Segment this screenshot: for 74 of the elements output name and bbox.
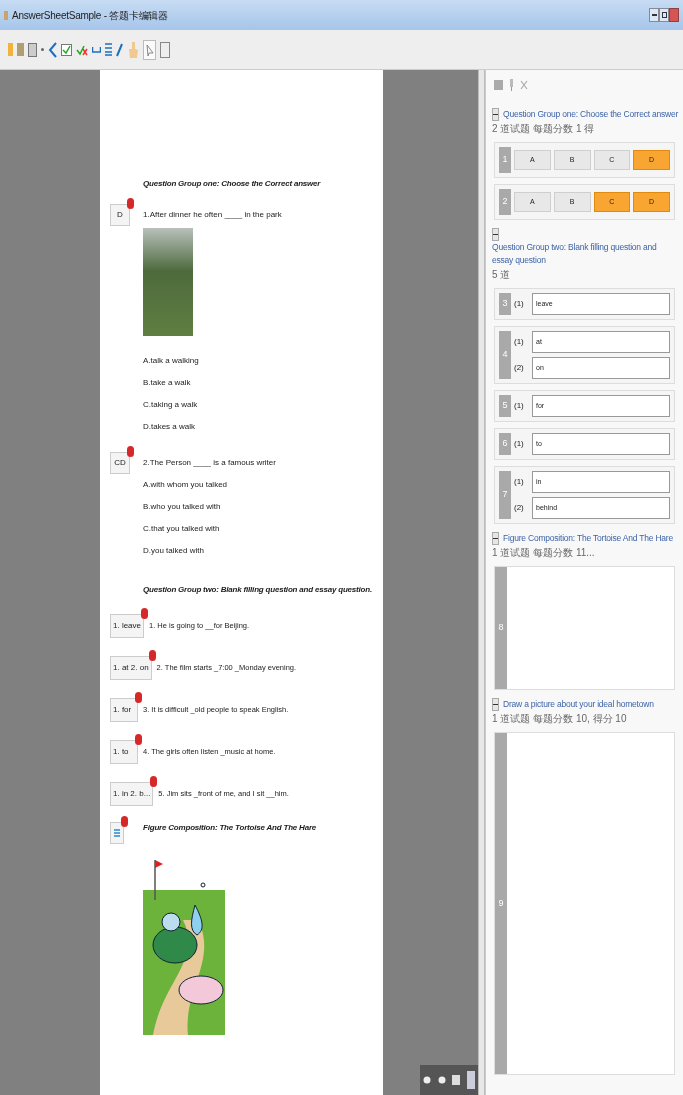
question-number: 2 bbox=[499, 189, 511, 215]
question-number: 9 bbox=[495, 732, 507, 1074]
group-info: 1 道试题 每题分数 11... bbox=[492, 545, 595, 560]
answer-box[interactable]: 1. in 2. b... bbox=[110, 782, 154, 806]
question-number: 1 bbox=[499, 147, 511, 173]
question-number: 8 bbox=[495, 566, 507, 689]
page-view-icon[interactable] bbox=[466, 1071, 475, 1089]
question-text: 1.After dinner he often ____ in the park bbox=[143, 209, 282, 221]
blank-label: (1) bbox=[514, 297, 525, 310]
group-title: Figure Composition: The Tortoise And The Hare bbox=[503, 531, 673, 545]
pencil-icon[interactable] bbox=[116, 42, 123, 57]
answer-box[interactable]: 1. leave bbox=[110, 614, 145, 638]
lines-icon[interactable] bbox=[105, 43, 112, 56]
option-text: A.talk a walking bbox=[143, 355, 200, 367]
check-cross-icon[interactable] bbox=[76, 43, 88, 56]
option-text: B.who you talked with bbox=[143, 501, 222, 513]
question-number: 5 bbox=[499, 394, 511, 417]
lines-icon bbox=[114, 828, 120, 838]
option-text: A.with whom you talked bbox=[143, 479, 229, 491]
blank-label: (1) bbox=[514, 437, 525, 450]
blank-label: (2) bbox=[514, 361, 525, 374]
page-icon[interactable] bbox=[160, 41, 170, 58]
minimize-icon bbox=[651, 14, 657, 16]
question-text: 2.The Person ____ is a famous writer bbox=[143, 457, 276, 469]
answer-box[interactable]: D bbox=[110, 204, 130, 226]
maximize-button[interactable] bbox=[659, 8, 669, 22]
minus-icon bbox=[493, 232, 498, 237]
question-number: 3 bbox=[499, 292, 511, 315]
group-info: 2 道试题 每题分数 1 得 bbox=[492, 122, 595, 136]
option-text: D.takes a walk bbox=[143, 421, 197, 433]
underline-icon[interactable] bbox=[92, 46, 101, 53]
maximize-icon bbox=[661, 12, 667, 18]
blank-label: (1) bbox=[514, 399, 525, 412]
group-heading: Question Group two: Blank filling question and essay question. bbox=[143, 584, 373, 596]
collapse-button[interactable] bbox=[492, 228, 499, 241]
group-title: Draw a picture about your ideal hometown bbox=[503, 697, 654, 711]
group-info: 1 道试题 每题分数 10, 得分 10 bbox=[492, 711, 627, 726]
zoom-out-icon[interactable] bbox=[437, 1076, 446, 1084]
zoom-in-icon[interactable] bbox=[423, 1076, 432, 1084]
answer-box[interactable]: CD bbox=[110, 452, 130, 474]
group-heading: Question Group one: Choose the Correct answer bbox=[143, 178, 322, 190]
answer-box[interactable]: 1. at 2. on bbox=[110, 656, 152, 680]
group-title: Question Group two: Blank filling question and essay question bbox=[492, 241, 658, 267]
option-text: D.you talked with bbox=[143, 545, 205, 557]
collapse-button[interactable] bbox=[492, 108, 499, 121]
pointer-icon[interactable] bbox=[143, 39, 156, 60]
option-text: C.that you talked with bbox=[143, 523, 221, 535]
window-title: AnswerSheetSample - 答题卡编辑器 bbox=[12, 8, 168, 23]
question-number: 6 bbox=[499, 432, 511, 455]
checkbox-icon[interactable] bbox=[61, 43, 72, 56]
collapse-button[interactable] bbox=[492, 697, 499, 711]
blank-label: (2) bbox=[514, 501, 525, 514]
group-heading: Figure Composition: The Tortoise And The Hare bbox=[143, 822, 317, 834]
question-number: 7 bbox=[499, 470, 511, 519]
essay-box[interactable] bbox=[110, 822, 124, 844]
minus-icon bbox=[493, 535, 498, 541]
fit-page-icon[interactable] bbox=[452, 1075, 461, 1085]
pin-icon[interactable] bbox=[509, 79, 514, 91]
group-info: 5 道 bbox=[492, 267, 511, 282]
question-number: 4 bbox=[499, 330, 511, 379]
minimize-button[interactable] bbox=[649, 8, 659, 22]
chevron-left-icon[interactable] bbox=[48, 41, 57, 58]
group-title: Question Group one: Choose the Correct answer bbox=[503, 108, 679, 121]
answer-box[interactable]: 1. to bbox=[110, 740, 138, 764]
option-text: C.taking a walk bbox=[143, 399, 199, 411]
blank-label: (1) bbox=[514, 475, 525, 488]
collapse-button[interactable] bbox=[492, 531, 499, 545]
option-text: B.take a walk bbox=[143, 377, 192, 389]
blank-label: (1) bbox=[514, 335, 525, 348]
answer-box[interactable]: 1. for bbox=[110, 698, 138, 722]
minus-icon bbox=[493, 112, 498, 117]
save-icon[interactable] bbox=[28, 42, 37, 57]
dropdown-icon[interactable] bbox=[41, 48, 44, 51]
minus-icon bbox=[493, 701, 498, 707]
